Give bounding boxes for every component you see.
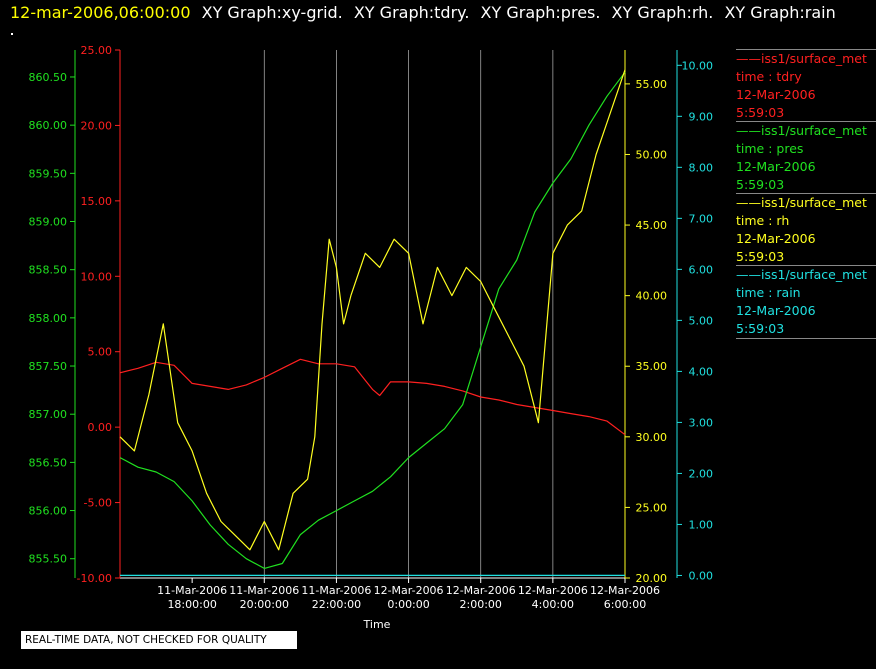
x-tick-label-date: 11-Mar-2006 (157, 584, 227, 597)
legend-var-rain: time : rain (736, 285, 801, 300)
legend-var-tdry: time : tdry (736, 69, 802, 84)
pres-tick-label: 856.00 (29, 505, 68, 518)
rh-tick-label: 30.00 (636, 431, 668, 444)
series-line-rh (119, 69, 626, 551)
legend-item-rain: ——iss1/surface_met time : rain 12-Mar-20… (736, 265, 876, 338)
pres-tick-label: 860.00 (29, 119, 68, 132)
rain-tick-label: 4.00 (689, 365, 714, 378)
rain-tick-label: 7.00 (689, 212, 714, 225)
legend-item-pres: ——iss1/surface_met time : pres 12-Mar-20… (736, 121, 876, 194)
pres-tick-label: 859.00 (29, 216, 68, 229)
x-tick-label-time: 6:00:00 (604, 598, 646, 611)
tdry-tick-label: -5.00 (84, 497, 112, 510)
pres-tick-label: 859.50 (29, 167, 68, 180)
pres-tick-label: 860.50 (29, 71, 68, 84)
legend-var-rh: time : rh (736, 213, 790, 228)
quality-disclaimer: REAL-TIME DATA, NOT CHECKED FOR QUALITY (21, 631, 297, 649)
pres-tick-label: 857.50 (29, 360, 68, 373)
legend-time-pres: 5:59:03 (736, 177, 785, 192)
x-tick-label-time: 0:00:00 (387, 598, 429, 611)
legend-date-rain: 12-Mar-2006 (736, 303, 816, 318)
rain-tick-label: 2.00 (689, 467, 714, 480)
rain-tick-label: 3.00 (689, 416, 714, 429)
rain-tick-label: 9.00 (689, 110, 714, 123)
pres-tick-label: 858.00 (29, 312, 68, 325)
rh-tick-label: 40.00 (636, 290, 668, 303)
tdry-tick-label: 25.00 (81, 44, 113, 57)
tdry-tick-label: 20.00 (81, 119, 113, 132)
rh-tick-label: 20.00 (636, 572, 668, 585)
x-tick-label-time: 18:00:00 (167, 598, 216, 611)
rain-tick-label: 1.00 (689, 518, 714, 531)
rain-tick-label: 8.00 (689, 161, 714, 174)
legend-source-rain: ——iss1/surface_met (736, 267, 867, 282)
x-tick-label-time: 20:00:00 (240, 598, 289, 611)
legend-source-rh: ——iss1/surface_met (736, 195, 867, 210)
legend-time-rain: 5:59:03 (736, 321, 785, 336)
legend-date-rh: 12-Mar-2006 (736, 231, 816, 246)
tdry-tick-label: -10.00 (77, 572, 112, 585)
pres-tick-label: 856.50 (29, 456, 68, 469)
x-tick-label-time: 4:00:00 (532, 598, 574, 611)
tdry-tick-label: 0.00 (88, 421, 113, 434)
legend-time-rh: 5:59:03 (736, 249, 785, 264)
x-tick-label-date: 11-Mar-2006 (301, 584, 371, 597)
pres-tick-label: 857.00 (29, 408, 68, 421)
x-tick-label-time: 2:00:00 (460, 598, 502, 611)
pres-tick-label: 855.50 (29, 553, 68, 566)
rh-tick-label: 50.00 (636, 148, 668, 161)
rh-tick-label: 25.00 (636, 501, 668, 514)
rain-tick-label: 10.00 (682, 59, 714, 72)
legend-item-rh: ——iss1/surface_met time : rh 12-Mar-2006… (736, 193, 876, 266)
rain-tick-label: 6.00 (689, 263, 714, 276)
rh-tick-label: 45.00 (636, 219, 668, 232)
tdry-tick-label: 15.00 (81, 195, 113, 208)
legend-var-pres: time : pres (736, 141, 804, 156)
x-tick-label-date: 12-Mar-2006 (590, 584, 660, 597)
x-tick-label-time: 22:00:00 (312, 598, 361, 611)
legend-time-tdry: 5:59:03 (736, 105, 785, 120)
tdry-tick-label: 5.00 (88, 346, 113, 359)
rain-tick-label: 0.00 (689, 569, 714, 582)
x-axis-title: Time (363, 618, 391, 631)
series-line-pres (119, 71, 626, 570)
x-tick-label-date: 11-Mar-2006 (229, 584, 299, 597)
x-tick-label-date: 12-Mar-2006 (446, 584, 516, 597)
legend-item-tdry: ——iss1/surface_met time : tdry 12-Mar-20… (736, 49, 876, 122)
legend-source-tdry: ——iss1/surface_met (736, 51, 867, 66)
legend-date-pres: 12-Mar-2006 (736, 159, 816, 174)
pres-tick-label: 858.50 (29, 264, 68, 277)
legend-date-tdry: 12-Mar-2006 (736, 87, 816, 102)
legend-divider (736, 338, 876, 339)
legend-source-pres: ——iss1/surface_met (736, 123, 867, 138)
x-tick-label-date: 12-Mar-2006 (518, 584, 588, 597)
rh-tick-label: 35.00 (636, 360, 668, 373)
series-line-tdry (119, 358, 626, 436)
x-tick-label-date: 12-Mar-2006 (374, 584, 444, 597)
tdry-tick-label: 10.00 (81, 270, 113, 283)
rain-tick-label: 5.00 (689, 314, 714, 327)
rh-tick-label: 55.00 (636, 78, 668, 91)
